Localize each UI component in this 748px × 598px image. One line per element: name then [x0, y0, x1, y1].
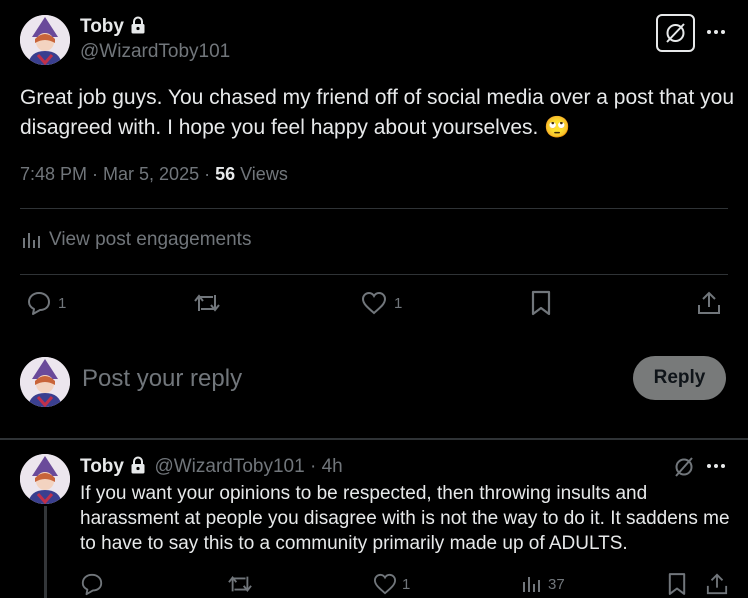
- reply-text: If you want your opinions to be respecte…: [80, 483, 730, 554]
- reply-icon[interactable]: [80, 572, 104, 596]
- author-name[interactable]: Toby: [80, 16, 124, 37]
- reply-icon: [26, 290, 52, 316]
- reply-action[interactable]: 1: [26, 290, 66, 316]
- reply-author-name[interactable]: Toby: [80, 456, 124, 477]
- reply-view-count: 37: [548, 575, 565, 593]
- post-engagements-link[interactable]: View post engagements: [22, 229, 251, 251]
- divider: [20, 274, 728, 275]
- post-time[interactable]: 7:48 PM · Mar 5, 2025 ·: [20, 164, 215, 184]
- reply-like-action[interactable]: 1: [373, 573, 410, 595]
- repost-icon[interactable]: [227, 572, 253, 596]
- bookmark-icon[interactable]: [531, 290, 551, 316]
- like-icon: [373, 573, 397, 595]
- reply-author-handle[interactable]: @WizardToby101: [154, 456, 304, 477]
- lock-icon: [130, 456, 146, 474]
- reply-views-action[interactable]: 37: [522, 575, 565, 593]
- like-icon: [361, 291, 387, 315]
- divider: [20, 208, 728, 209]
- author-handle[interactable]: @WizardToby101: [80, 41, 230, 63]
- engagements-label: View post engagements: [49, 229, 252, 250]
- analytics-icon: [522, 575, 540, 593]
- post-text: Great job guys. You chased my friend off…: [20, 86, 735, 139]
- author-avatar[interactable]: [20, 15, 70, 65]
- analytics-icon: [22, 231, 40, 249]
- section-divider: [0, 438, 748, 440]
- grok-icon[interactable]: [656, 14, 695, 52]
- more-icon[interactable]: [706, 462, 726, 470]
- reply-time[interactable]: · 4h: [305, 456, 343, 477]
- eye-roll-emoji: 🙄: [544, 116, 571, 139]
- reply-author-row: Toby @WizardToby101 · 4h: [80, 456, 343, 478]
- share-icon[interactable]: [697, 290, 721, 316]
- share-icon[interactable]: [706, 572, 728, 596]
- reply-like-count: 1: [402, 575, 411, 593]
- reply-author-avatar[interactable]: [20, 454, 70, 504]
- grok-icon[interactable]: [673, 456, 695, 478]
- repost-icon[interactable]: [193, 290, 221, 316]
- views-label: Views: [235, 164, 288, 184]
- like-count: 1: [394, 294, 403, 312]
- thread-line: [44, 506, 47, 598]
- like-action[interactable]: 1: [361, 291, 402, 315]
- reply-button[interactable]: Reply: [633, 356, 726, 400]
- post-meta: 7:48 PM · Mar 5, 2025 · 56 Views: [20, 164, 288, 185]
- more-icon[interactable]: [706, 28, 726, 36]
- author-row: Toby: [80, 16, 146, 38]
- composer-avatar: [20, 357, 70, 407]
- bookmark-icon[interactable]: [668, 572, 686, 596]
- lock-icon: [130, 16, 146, 34]
- reply-input[interactable]: Post your reply: [82, 365, 242, 393]
- views-count: 56: [215, 164, 236, 184]
- reply-count: 1: [58, 294, 67, 312]
